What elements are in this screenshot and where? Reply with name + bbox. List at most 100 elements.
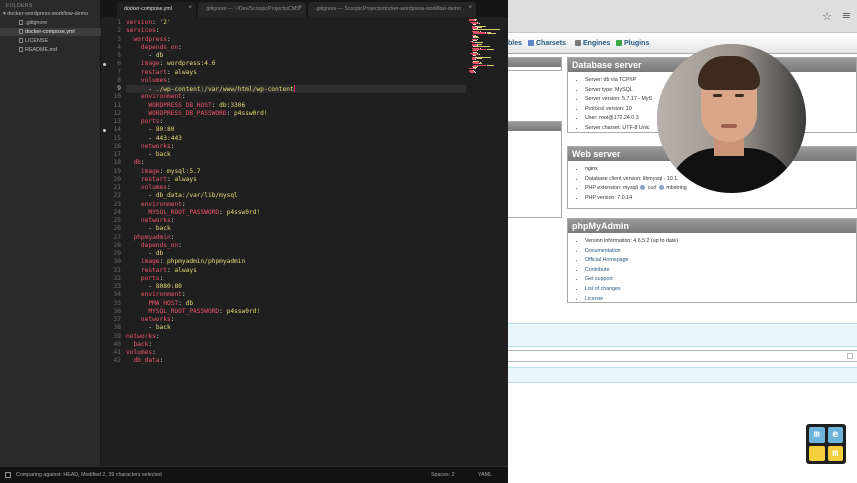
sidebar-file-docker-compose[interactable]: docker-compose.yml <box>0 28 101 36</box>
documentation-link[interactable]: Documentation <box>585 248 856 254</box>
code-line[interactable]: version: '2' <box>126 19 171 27</box>
code-line[interactable]: - back <box>126 225 170 233</box>
code-line[interactable]: - 8080:80 <box>126 283 182 291</box>
code-line[interactable]: environment: <box>126 201 186 209</box>
line-number: 32 <box>113 274 121 282</box>
code-line[interactable]: image: phpmyadmin/phpmyadmin <box>126 258 245 266</box>
docs-icon[interactable] <box>640 185 646 191</box>
line-number: 33 <box>113 283 121 290</box>
code-line[interactable]: - back <box>126 151 170 159</box>
code-line[interactable]: - db <box>126 250 163 258</box>
code-line[interactable]: networks: <box>126 333 160 341</box>
git-status-text: Comparing against: HEAD, Modified 2, 39 … <box>16 472 162 478</box>
tab-gitignore-cms[interactable]: .gitignore — ~/Dev/ScoopicProjects/CMS × <box>198 2 306 17</box>
code-line[interactable]: image: mysql:5.7 <box>126 168 201 176</box>
line-number: 36 <box>113 307 121 315</box>
webcam-hair <box>698 56 760 90</box>
input-toggle[interactable] <box>847 353 853 359</box>
bookmark-star-icon[interactable]: ☆ <box>822 10 832 23</box>
code-token: p4ssw0rd! <box>226 307 261 315</box>
tab-plugins[interactable]: Plugins <box>616 40 649 47</box>
logo-quadrant: e <box>827 427 843 443</box>
code-line[interactable]: - back <box>126 324 170 332</box>
code-token: : <box>166 35 171 43</box>
code-line[interactable]: volumes: <box>126 349 156 357</box>
code-token: wordpress <box>133 35 167 43</box>
code-line[interactable]: networks: <box>126 217 175 225</box>
project-folder[interactable]: ▾ docker-wordpress-workflow-demo <box>3 11 101 17</box>
info-bar-lower <box>508 367 857 383</box>
line-number: 4 <box>117 43 121 51</box>
tab-tables[interactable]: bles <box>508 40 522 47</box>
code-line[interactable]: services: <box>126 27 160 35</box>
code-line[interactable]: - 80:80 <box>126 126 174 134</box>
code-token: : <box>170 316 175 323</box>
sidebar-file-license[interactable]: LICENSE <box>0 37 101 45</box>
code-line[interactable]: db_data: <box>126 357 163 365</box>
tab-engines[interactable]: Engines <box>575 40 610 47</box>
minimap[interactable] <box>466 17 508 77</box>
contribute-link[interactable]: Contribute <box>585 267 856 273</box>
tab-gitignore-demo[interactable]: .gitignore — ScoopicProjects/docker-word… <box>308 2 476 17</box>
minimap-line <box>477 38 479 40</box>
tab-charsets[interactable]: Charsets <box>528 40 566 47</box>
code-line[interactable]: wordpress: <box>126 35 171 44</box>
code-token: : <box>178 43 182 51</box>
menu-icon[interactable]: ≡ <box>842 9 851 22</box>
file-icon <box>19 20 23 25</box>
tab-docker-compose[interactable]: docker-compose.yml × <box>117 2 196 17</box>
code-line[interactable]: WORDPRESS_DB_HOST: db:3306 <box>126 102 245 110</box>
code-line[interactable]: restart: always <box>126 267 197 275</box>
query-input-bar[interactable] <box>508 350 857 362</box>
close-icon[interactable]: × <box>298 5 302 11</box>
code-line[interactable]: ports: <box>126 275 163 283</box>
code-line[interactable]: networks: <box>126 142 175 151</box>
sidebar-file-readme[interactable]: README.md <box>0 46 101 54</box>
left-panel-bottom-title <box>508 122 561 131</box>
line-number: 37 <box>113 316 121 323</box>
line-number: 22 <box>113 192 121 200</box>
minimap-line <box>475 72 476 74</box>
indentation-selector[interactable]: Spaces: 2 <box>431 472 455 478</box>
code-line[interactable]: - ./wp-content:/var/www/html/wp-content <box>126 85 466 94</box>
official-homepage-link[interactable]: Official Homepage <box>585 257 856 263</box>
minimap-line <box>478 43 483 45</box>
code-line[interactable]: MYSQL_ROOT_PASSWORD: p4ssw0rd! <box>126 209 260 217</box>
code-line[interactable]: depends_on: <box>126 44 182 52</box>
code-token: image <box>140 258 160 266</box>
code-token: - <box>126 192 156 200</box>
code-line[interactable]: ports: <box>126 118 163 126</box>
get-support-link[interactable]: Get support <box>585 276 856 282</box>
code-token: : <box>170 142 175 150</box>
code-line[interactable]: depends_on: <box>126 242 182 250</box>
sidebar-file-gitignore[interactable]: .gitignore <box>0 19 101 27</box>
code-line[interactable]: db: <box>126 159 144 167</box>
code-line[interactable]: - 443:443 <box>126 135 182 143</box>
code-line[interactable]: volumes: <box>126 77 171 85</box>
code-line[interactable]: - db_data:/var/lib/mysql <box>126 192 237 200</box>
code-line[interactable]: volumes: <box>126 184 171 192</box>
code-line[interactable]: - db <box>126 52 163 60</box>
license-link[interactable]: License <box>585 296 856 302</box>
code-line[interactable]: image: wordpress:4.6 <box>126 60 216 68</box>
code-line[interactable]: back: <box>126 341 152 349</box>
code-line[interactable]: phpmyadmin: <box>126 234 174 242</box>
code-line[interactable]: restart: always <box>126 176 197 184</box>
code-line[interactable]: environment: <box>126 291 186 299</box>
code-token: : <box>166 76 171 84</box>
close-icon[interactable]: × <box>188 5 192 11</box>
code-token: 443:443 <box>155 134 182 142</box>
code-area[interactable]: version: '2' services: wordpress: depends… <box>126 17 466 466</box>
code-line[interactable]: environment: <box>126 93 186 101</box>
code-line[interactable]: networks: <box>126 316 175 324</box>
line-number: 1 <box>117 19 121 26</box>
code-line[interactable]: PMA_HOST: db <box>126 300 193 308</box>
syntax-selector[interactable]: YAML <box>478 472 492 478</box>
close-icon[interactable]: × <box>468 5 472 11</box>
code-line[interactable]: MYSQL_ROOT_PASSWORD: p4ssw0rd! <box>126 308 260 316</box>
list-of-changes-link[interactable]: List of changes <box>585 286 856 292</box>
code-line[interactable]: restart: always <box>126 69 197 77</box>
code-line[interactable]: WORDPRESS_DB_PASSWORD: p4ssw0rd! <box>126 110 267 118</box>
panel-toggle-icon[interactable] <box>5 472 11 478</box>
